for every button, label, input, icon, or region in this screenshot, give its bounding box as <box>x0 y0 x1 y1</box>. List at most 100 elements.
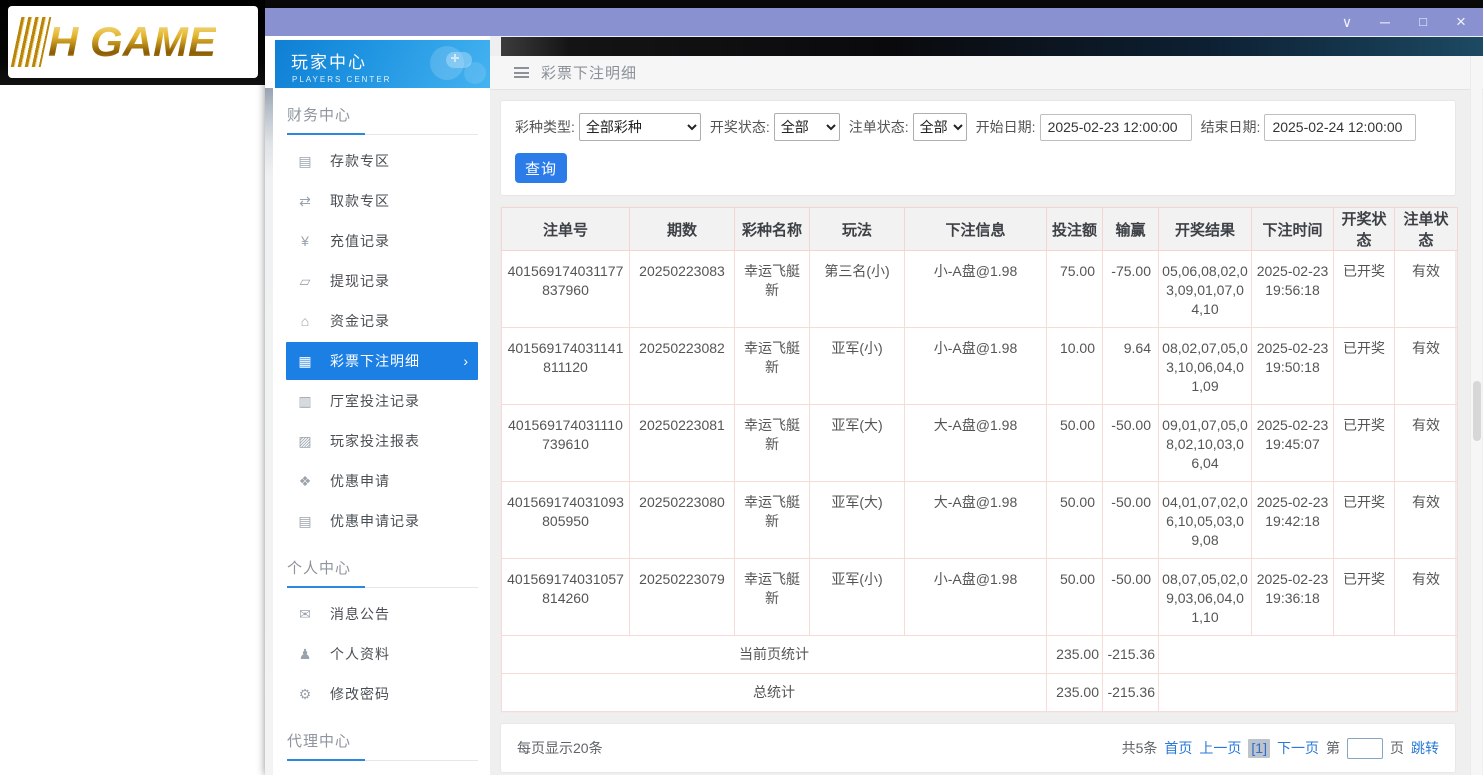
table-cell: 08,07,05,02,09,03,06,04,01,10 <box>1159 559 1252 636</box>
window-menu-chevron-icon[interactable]: ∨ <box>1339 15 1355 29</box>
sidebar-section-label: 代理中心 <box>287 730 490 751</box>
sidebar-item-取款专区[interactable]: ⇄取款专区 <box>265 181 490 221</box>
lottery-type-select[interactable]: 全部彩种 <box>579 113 701 141</box>
section-underline <box>287 134 478 135</box>
sidebar-item-label: 玩家投注报表 <box>330 431 420 451</box>
table-cell: 04,01,07,02,06,10,05,03,09,08 <box>1159 482 1252 559</box>
sidebar-item-玩家投注报表[interactable]: ▨ 玩家投注报表 <box>265 421 490 461</box>
players-center-subtitle: PLAYERS CENTER <box>292 75 490 84</box>
window-close-icon[interactable]: × <box>1453 15 1469 29</box>
table-cell: 小-A盘@1.98 <box>905 251 1047 328</box>
column-header: 下注信息 <box>905 208 1047 251</box>
sidebar-item-优惠申请[interactable]: ❖ 优惠申请 <box>265 461 490 501</box>
summary-cell: 当前页统计 <box>502 636 1047 674</box>
start-date-input[interactable] <box>1040 114 1192 141</box>
table-cell: 401569174031177837960 <box>502 251 630 328</box>
jump-button[interactable]: 跳转 <box>1411 738 1439 758</box>
table-cell: 幸运飞艇新 <box>735 328 810 405</box>
summary-row: 总统计235.00-215.36 <box>502 674 1458 712</box>
pagination-bar: 每页显示20条 共5条 首页 上一页 [1] 下一页 第 页 跳转 <box>500 723 1456 773</box>
bets-table: 注单号期数彩种名称玩法下注信息投注额输赢开奖结果下注时间开奖状态注单状态4015… <box>501 207 1458 712</box>
draw-status-label: 开奖状态: <box>710 117 770 137</box>
table-cell: 幸运飞艇新 <box>735 251 810 328</box>
deposit-card-icon: ▤ <box>297 153 313 170</box>
sidebar-item-彩票下注明细[interactable]: ▦ 彩票下注明细 › <box>286 342 478 380</box>
chevron-right-icon: › <box>463 353 468 369</box>
table-row: 40156917403111073961020250223081幸运飞艇新亚军(… <box>502 405 1458 482</box>
table-cell: 有效 <box>1395 559 1458 636</box>
total-count-text: 共5条 <box>1122 738 1158 758</box>
pager: 共5条 首页 上一页 [1] 下一页 第 页 跳转 <box>1122 738 1439 759</box>
page-jump-input[interactable] <box>1347 738 1383 759</box>
promo-apply-icon: ❖ <box>297 473 313 490</box>
sidebar-item-个人资料[interactable]: ♟个人资料 <box>265 634 490 674</box>
table-cell: 已开奖 <box>1334 251 1395 328</box>
lottery-type-label: 彩种类型: <box>515 117 575 137</box>
page-title: 彩票下注明细 <box>541 62 637 83</box>
vertical-scrollbar[interactable] <box>1470 56 1482 775</box>
table-cell: 第三名(小) <box>810 251 905 328</box>
end-date-input[interactable] <box>1264 114 1416 141</box>
next-page-link[interactable]: 下一页 <box>1277 738 1319 758</box>
table-cell: 已开奖 <box>1334 482 1395 559</box>
sidebar-item-资金记录[interactable]: ⌂ 资金记录 <box>265 301 490 341</box>
summary-cell <box>1159 674 1458 712</box>
hall-bet-record-icon: ▥ <box>297 393 313 410</box>
scrollbar-thumb[interactable] <box>1473 381 1481 441</box>
table-row: 40156917403117783796020250223083幸运飞艇新第三名… <box>502 251 1458 328</box>
sidebar-item-label: 个人资料 <box>330 644 390 664</box>
sidebar-item-修改密码[interactable]: ⚙修改密码 <box>265 674 490 714</box>
withdrawal-record-icon: ▱ <box>297 273 313 290</box>
table-cell: 幸运飞艇新 <box>735 405 810 482</box>
table-cell: 50.00 <box>1047 405 1103 482</box>
end-date-label: 结束日期: <box>1201 117 1261 137</box>
funds-record-icon: ⌂ <box>297 313 313 329</box>
column-header: 投注额 <box>1047 208 1103 251</box>
sidebar-item-充值记录[interactable]: ¥充值记录 <box>265 221 490 261</box>
table-cell: 05,06,08,02,03,09,01,07,04,10 <box>1159 251 1252 328</box>
sidebar-item-存款专区[interactable]: ▤ 存款专区 <box>265 141 490 181</box>
filter-panel: 彩种类型: 全部彩种 开奖状态: 全部 注单状态: 全部 <box>500 100 1456 196</box>
summary-cell: -215.36 <box>1103 636 1159 674</box>
sidebar-item-label: 优惠申请 <box>330 471 390 491</box>
column-header: 彩种名称 <box>735 208 810 251</box>
sidebar-item-消息公告[interactable]: ✉消息公告 <box>265 594 490 634</box>
sidebar-item-label: 充值记录 <box>330 231 390 251</box>
first-page-link[interactable]: 首页 <box>1164 738 1192 758</box>
sidebar-sections: 财务中心▤存款专区⇄取款专区¥充值记录▱提现记录⌂资金记录▦彩票下注明细›▥厅室… <box>265 88 490 775</box>
table-cell: 小-A盘@1.98 <box>905 559 1047 636</box>
section-underline <box>287 760 478 761</box>
query-button[interactable]: 查询 <box>515 153 567 183</box>
table-cell: 2025-02-23 19:45:07 <box>1252 405 1334 482</box>
lottery-bet-detail-icon: ▦ <box>297 353 313 370</box>
sidebar-item-优惠申请记录[interactable]: ▤优惠申请记录 <box>265 501 490 541</box>
withdraw-icon: ⇄ <box>297 193 313 210</box>
jump-prefix-text: 第 <box>1326 738 1340 758</box>
table-cell: 20250223083 <box>630 251 735 328</box>
sidebar: 玩家中心 PLAYERS CENTER 财务中心▤存款专区⇄取款专区¥充值记录▱… <box>265 36 490 775</box>
draw-status-select[interactable]: 全部 <box>774 113 840 141</box>
sidebar-item-label: 彩票下注明细 <box>330 351 420 371</box>
bet-status-select[interactable]: 全部 <box>913 113 967 141</box>
hamburger-menu-icon[interactable] <box>514 67 529 78</box>
sidebar-item-提现记录[interactable]: ▱提现记录 <box>265 261 490 301</box>
player-bet-report-icon: ▨ <box>297 433 313 450</box>
prev-page-link[interactable]: 上一页 <box>1199 738 1241 758</box>
window-maximize-icon[interactable]: □ <box>1415 15 1431 29</box>
summary-cell: 235.00 <box>1047 674 1103 712</box>
sidebar-item-label: 资金记录 <box>330 311 390 331</box>
table-cell: 亚军(大) <box>810 405 905 482</box>
table-cell: 有效 <box>1395 405 1458 482</box>
sidebar-item-label: 存款专区 <box>330 151 390 171</box>
sidebar-item-label: 修改密码 <box>330 684 390 704</box>
window-minimize-icon[interactable]: ─ <box>1377 15 1393 29</box>
table-cell: 大-A盘@1.98 <box>905 482 1047 559</box>
current-page-badge: [1] <box>1248 739 1270 758</box>
table-cell: 亚军(小) <box>810 328 905 405</box>
sidebar-item-厅室投注记录[interactable]: ▥厅室投注记录 <box>265 381 490 421</box>
main-region: 彩票下注明细 彩种类型: 全部彩种 开奖状态: 全部 注单状态: <box>490 36 1483 775</box>
table-cell: 幸运飞艇新 <box>735 559 810 636</box>
start-date-label: 开始日期: <box>976 117 1036 137</box>
table-cell: 有效 <box>1395 328 1458 405</box>
summary-cell: 235.00 <box>1047 636 1103 674</box>
